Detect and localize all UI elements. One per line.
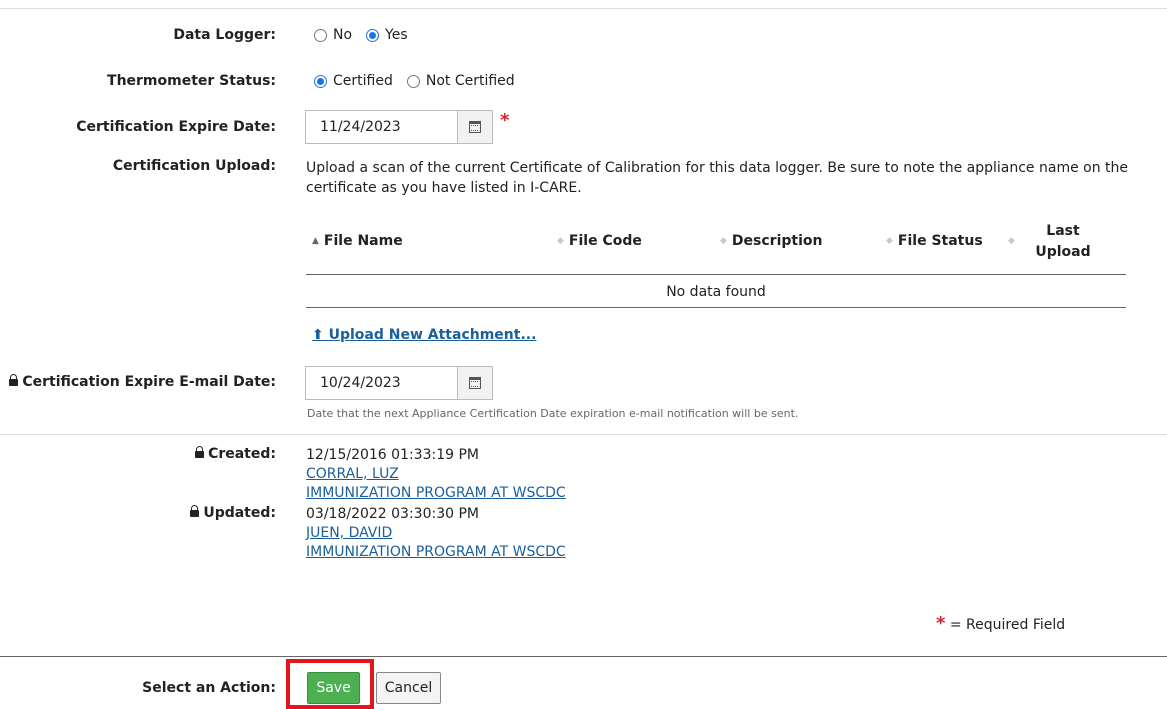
created-user-link[interactable]: CORRAL, LUZ <box>306 466 399 482</box>
save-button[interactable]: Save <box>307 672 360 704</box>
col-file-code[interactable]: ◆ File Code <box>557 233 642 249</box>
upload-icon: ⬆︎ <box>312 327 324 343</box>
cert-upload-label: Certification Upload: <box>112 158 276 174</box>
cert-upload-help: Upload a scan of the current Certificate… <box>306 160 1129 196</box>
col-file-name[interactable]: ▲ File Name <box>312 233 403 249</box>
not-certified-radio[interactable] <box>406 74 420 88</box>
sort-icon: ◆ <box>886 236 893 246</box>
created-info: 12/15/2016 01:33:19 PM CORRAL, LUZ IMMUN… <box>306 446 566 503</box>
updated-info: 03/18/2022 03:30:30 PM JUEN, DAVID IMMUN… <box>306 505 566 562</box>
updated-user-link[interactable]: JUEN, DAVID <box>306 525 392 541</box>
cert-expire-date-label: Certification Expire Date: <box>76 119 276 135</box>
data-logger-yes-label[interactable]: Yes <box>385 27 408 43</box>
cert-expire-date-calendar-button[interactable] <box>458 111 492 143</box>
col-last-upload-sort[interactable]: ◆ <box>1008 233 1020 249</box>
audit-divider <box>0 434 1167 435</box>
cert-email-date-label: Certification Expire E-mail Date: <box>9 374 276 390</box>
data-logger-radio-group: No Yes <box>314 27 422 43</box>
data-logger-no-radio[interactable] <box>314 28 327 42</box>
lock-icon <box>190 505 200 517</box>
actions-divider <box>0 656 1167 657</box>
required-legend-text: = Required Field <box>949 617 1066 633</box>
select-action-label: Select an Action: <box>142 680 276 696</box>
updated-org-link[interactable]: IMMUNIZATION PROGRAM AT WSCDC <box>306 544 566 560</box>
thermometer-status-label: Thermometer Status: <box>107 73 276 89</box>
certified-radio[interactable] <box>314 74 327 88</box>
certified-label[interactable]: Certified <box>333 73 393 89</box>
data-logger-no-label[interactable]: No <box>333 27 352 43</box>
col-description[interactable]: ◆ Description <box>720 233 822 249</box>
lock-icon <box>9 374 19 386</box>
required-asterisk: * <box>500 110 510 131</box>
updated-label: Updated: <box>190 505 276 521</box>
table-empty-message: No data found <box>666 284 766 300</box>
thermometer-status-radio-group: Certified Not Certified <box>314 73 529 89</box>
sort-icon: ◆ <box>720 236 727 246</box>
cancel-button[interactable]: Cancel <box>376 672 441 704</box>
cert-email-date-input[interactable]: 10/24/2023 <box>306 367 458 399</box>
updated-timestamp: 03/18/2022 03:30:30 PM <box>306 506 479 522</box>
upload-new-attachment-link[interactable]: ⬆︎ Upload New Attachment... <box>312 327 536 343</box>
lock-icon <box>195 446 205 458</box>
col-file-status[interactable]: ◆ File Status <box>886 233 983 249</box>
required-legend-asterisk: * <box>936 613 946 634</box>
cert-email-date-help: Date that the next Appliance Certificati… <box>307 407 799 420</box>
table-bottom-divider <box>306 307 1126 308</box>
created-org-link[interactable]: IMMUNIZATION PROGRAM AT WSCDC <box>306 485 566 501</box>
table-header-divider <box>306 274 1126 275</box>
data-logger-label: Data Logger: <box>173 27 276 43</box>
sort-icon: ◆ <box>557 236 564 246</box>
not-certified-label[interactable]: Not Certified <box>426 73 515 89</box>
col-last-upload[interactable]: Last Upload <box>1032 221 1094 263</box>
sort-asc-icon: ▲ <box>312 236 319 246</box>
data-logger-yes-radio[interactable] <box>366 28 380 42</box>
cert-expire-date-field: 11/24/2023 <box>305 110 493 144</box>
top-divider <box>0 8 1167 9</box>
cert-email-date-field: 10/24/2023 <box>305 366 493 400</box>
sort-icon: ◆ <box>1008 236 1015 246</box>
calendar-icon <box>469 377 481 389</box>
created-timestamp: 12/15/2016 01:33:19 PM <box>306 447 479 463</box>
required-field-legend: * = Required Field <box>936 613 1065 634</box>
cert-email-date-calendar-button[interactable] <box>458 367 492 399</box>
created-label: Created: <box>195 446 276 462</box>
calendar-icon <box>469 121 481 133</box>
cert-expire-date-input[interactable]: 11/24/2023 <box>306 111 458 143</box>
